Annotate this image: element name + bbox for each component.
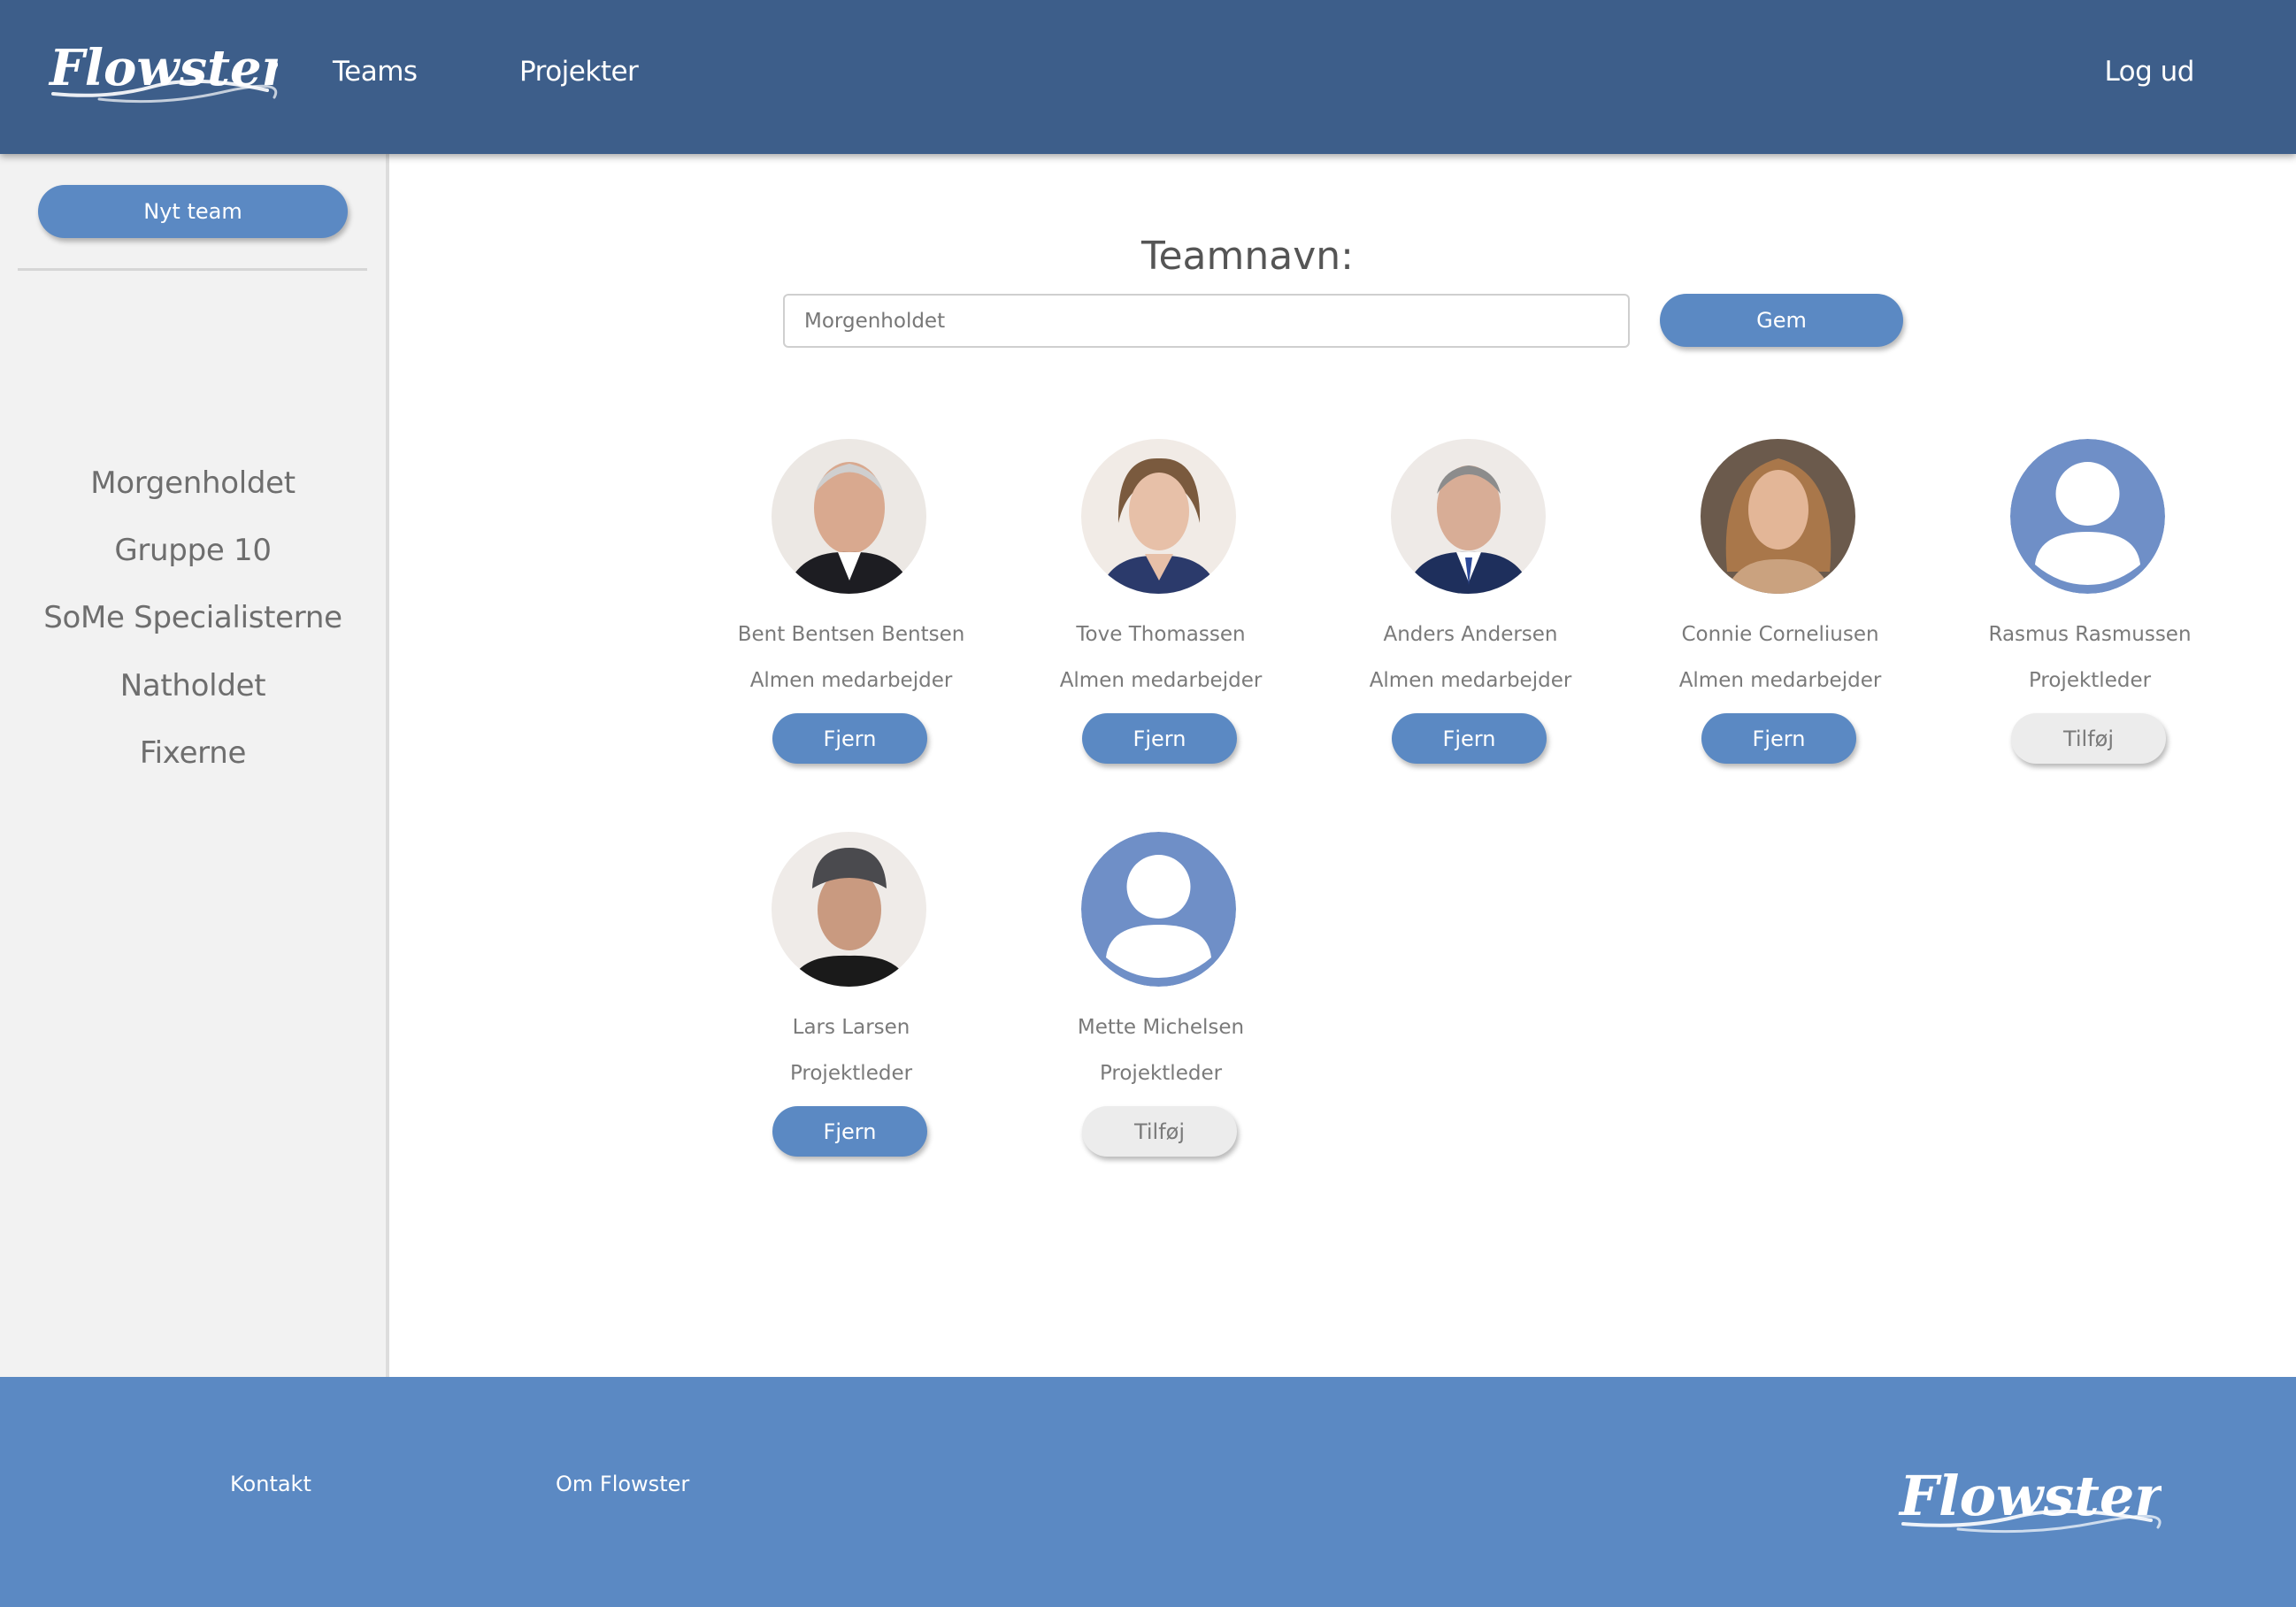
member-photo [1391,439,1546,594]
member-name: Rasmus Rasmussen [1988,623,2192,646]
footer: Kontakt Om Flowster Flowster [0,1377,2296,1607]
default-user-icon [2010,439,2165,594]
new-team-button[interactable]: Nyt team [38,185,348,238]
member-photo [1081,439,1236,594]
member-name: Mette Michelsen [1077,1016,1245,1039]
member-role: Almen medarbejder [1678,669,1882,692]
remove-member-button[interactable]: Fjern [772,713,927,764]
remove-member-button[interactable]: Fjern [1392,713,1547,764]
remove-member-button[interactable]: Fjern [772,1106,927,1157]
member-name: Lars Larsen [792,1016,910,1039]
member-card: Tove Thomassen Almen medarbejder Fjern [1028,439,1294,819]
member-name: Connie Corneliusen [1681,623,1879,646]
remove-member-button[interactable]: Fjern [1082,713,1237,764]
member-name: Tove Thomassen [1076,623,1246,646]
footer-contact-link[interactable]: Kontakt [230,1472,311,1496]
sidebar-item-team[interactable]: SoMe Specialisterne [0,600,386,635]
logo-wordmark: Flowster [48,39,278,97]
member-role: Almen medarbejder [1369,669,1572,692]
default-user-icon [1081,832,1236,987]
member-role: Almen medarbejder [749,669,953,692]
member-card: Anders Andersen Almen medarbejder Fjern [1338,439,1603,819]
member-role: Projektleder [1099,1062,1223,1085]
sidebar-divider [18,268,367,271]
team-name-label: Teamnavn: [1141,234,1354,279]
add-member-button[interactable]: Tilføj [2011,713,2166,764]
member-card: Bent Bentsen Bentsen Almen medarbejder F… [718,439,984,819]
remove-member-button[interactable]: Fjern [1701,713,1856,764]
logo-wordmark: Flowster [1898,1465,2162,1528]
team-editor: Teamnavn: Gem Bent Bentsen Bentsen Almen… [389,154,2296,1377]
save-button[interactable]: Gem [1660,294,1903,347]
member-card: Connie Corneliusen Almen medarbejder Fje… [1647,439,1913,819]
member-photo [1701,439,1855,594]
member-card: Mette Michelsen Projektleder Tilføj [1028,832,1294,1212]
footer-about-link[interactable]: Om Flowster [556,1472,689,1496]
nav-projects[interactable]: Projekter [519,56,639,88]
sidebar-item-team[interactable]: Fixerne [0,735,386,771]
sidebar-item-team[interactable]: Gruppe 10 [0,533,386,568]
member-role: Projektleder [789,1062,913,1085]
member-photo [772,832,926,987]
member-name: Bent Bentsen Bentsen [737,623,965,646]
footer-flowster-logo[interactable]: Flowster [1896,1465,2162,1536]
member-card: Lars Larsen Projektleder Fjern [718,832,984,1212]
member-role: Projektleder [2028,669,2152,692]
flowster-logo[interactable]: Flowster [46,35,278,106]
member-card: Rasmus Rasmussen Projektleder Tilføj [1957,439,2223,819]
sidebar-item-team[interactable]: Natholdet [0,668,386,704]
add-member-button[interactable]: Tilføj [1082,1106,1237,1157]
nav-teams[interactable]: Teams [333,56,418,88]
sidebar-item-team[interactable]: Morgenholdet [0,465,386,501]
logout-link[interactable]: Log ud [2104,56,2194,88]
member-photo [772,439,926,594]
top-navigation-bar: Flowster Teams Projekter Log ud [0,0,2296,154]
team-sidebar: Nyt team Morgenholdet Gruppe 10 SoMe Spe… [0,154,389,1377]
team-name-input[interactable] [783,294,1630,348]
member-name: Anders Andersen [1383,623,1558,646]
member-role: Almen medarbejder [1059,669,1263,692]
